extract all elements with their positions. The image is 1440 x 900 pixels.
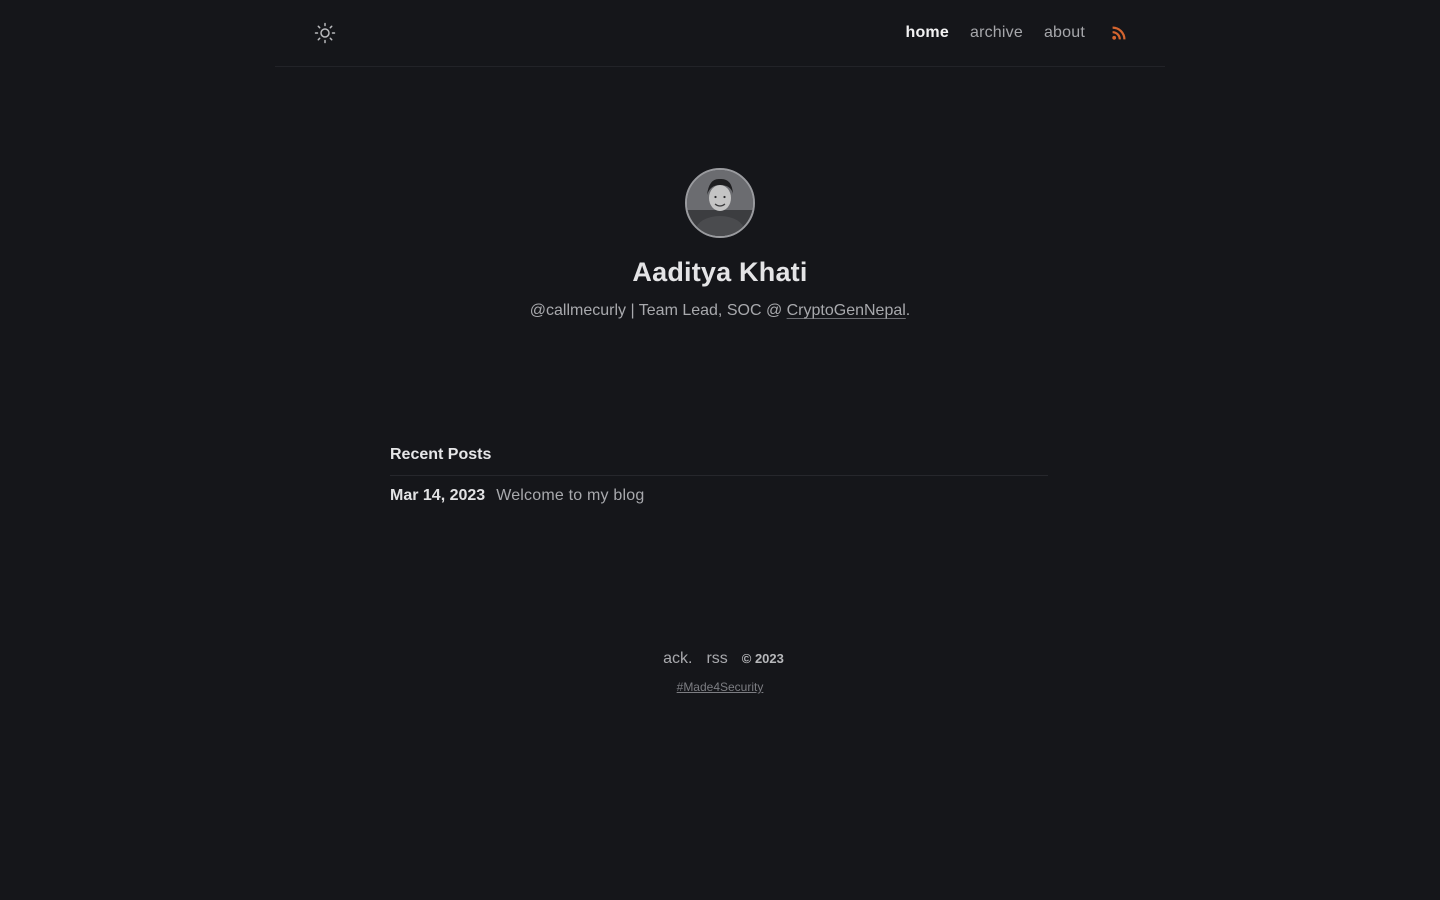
rss-icon[interactable] (1111, 25, 1127, 41)
site-footer: ack. rss © 2023 #Made4Security (0, 650, 1440, 694)
nav-about-link[interactable]: about (1044, 24, 1085, 42)
nav-home-link[interactable]: home (905, 24, 948, 42)
avatar (685, 168, 755, 238)
copyright: © 2023 (741, 651, 784, 666)
bio-suffix: . (905, 302, 911, 319)
footer-ack-link[interactable]: ack. (663, 650, 692, 668)
site-header: home archive about (275, 0, 1165, 67)
footer-rss-link[interactable]: rss (706, 650, 727, 668)
recent-posts-title: Recent Posts (390, 446, 1048, 476)
post-link[interactable]: Welcome to my blog (496, 487, 644, 505)
bio-text: @callmecurly | Team Lead, SOC @ (529, 302, 787, 319)
profile-name: Aaditya Khati (632, 257, 808, 287)
tagline-link[interactable]: #Made4Security (677, 680, 764, 694)
profile-bio: @callmecurly | Team Lead, SOC @ CryptoGe… (0, 302, 1440, 320)
bio-company-link[interactable]: CryptoGenNepal (787, 302, 906, 319)
main-nav: home archive about (884, 0, 1165, 66)
post-date: Mar 14, 2023 (390, 487, 486, 504)
nav-archive-link[interactable]: archive (970, 24, 1023, 42)
profile-section: Aaditya Khati @callmecurly | Team Lead, … (0, 168, 1440, 320)
footer-links: ack. rss © 2023 (0, 650, 1440, 668)
sun-icon[interactable] (314, 22, 336, 44)
footer-tagline: #Made4Security (0, 680, 1440, 694)
recent-posts-section: Recent Posts Mar 14, 2023 Welcome to my … (390, 446, 1048, 505)
list-item: Mar 14, 2023 Welcome to my blog (390, 487, 1048, 505)
